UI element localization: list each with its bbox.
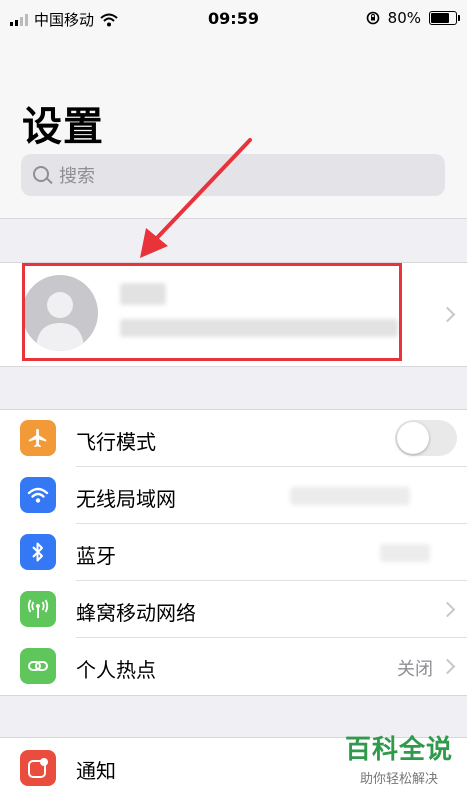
setting-label: 蜂窝移动网络 bbox=[76, 601, 196, 625]
chevron-right-icon bbox=[439, 658, 456, 675]
setting-row-airplane[interactable]: 飞行模式 bbox=[0, 410, 467, 467]
wifi-icon bbox=[20, 477, 56, 513]
bluetooth-icon bbox=[20, 534, 56, 570]
airplane-mode-toggle[interactable] bbox=[395, 420, 457, 456]
setting-label: 飞行模式 bbox=[76, 430, 156, 454]
notification-icon bbox=[20, 750, 56, 786]
watermark-logo: 百科全说 助你轻松解决 bbox=[345, 729, 453, 787]
blurred-bluetooth-status bbox=[380, 544, 430, 562]
watermark-main: 百科全说 bbox=[344, 735, 453, 765]
hotspot-status: 关闭 bbox=[397, 659, 433, 680]
settings-list: 飞行模式 无线局域网 蓝牙 蜂窝移动网络 个人热点 关闭 bbox=[0, 409, 467, 696]
antenna-icon bbox=[20, 591, 56, 627]
setting-row-hotspot[interactable]: 个人热点 关闭 bbox=[0, 638, 467, 695]
watermark-sub: 助你轻松解决 bbox=[359, 772, 438, 787]
setting-label: 个人热点 bbox=[76, 658, 156, 682]
setting-row-bluetooth[interactable]: 蓝牙 bbox=[0, 524, 467, 581]
setting-row-cellular[interactable]: 蜂窝移动网络 bbox=[0, 581, 467, 638]
blurred-network-name bbox=[290, 487, 410, 505]
chevron-right-icon bbox=[439, 601, 456, 618]
setting-label: 无线局域网 bbox=[76, 487, 176, 511]
setting-row-wlan[interactable]: 无线局域网 bbox=[0, 467, 467, 524]
hotspot-icon bbox=[20, 648, 56, 684]
setting-label: 蓝牙 bbox=[76, 544, 116, 568]
setting-label: 通知 bbox=[76, 759, 116, 783]
airplane-icon bbox=[20, 420, 56, 456]
